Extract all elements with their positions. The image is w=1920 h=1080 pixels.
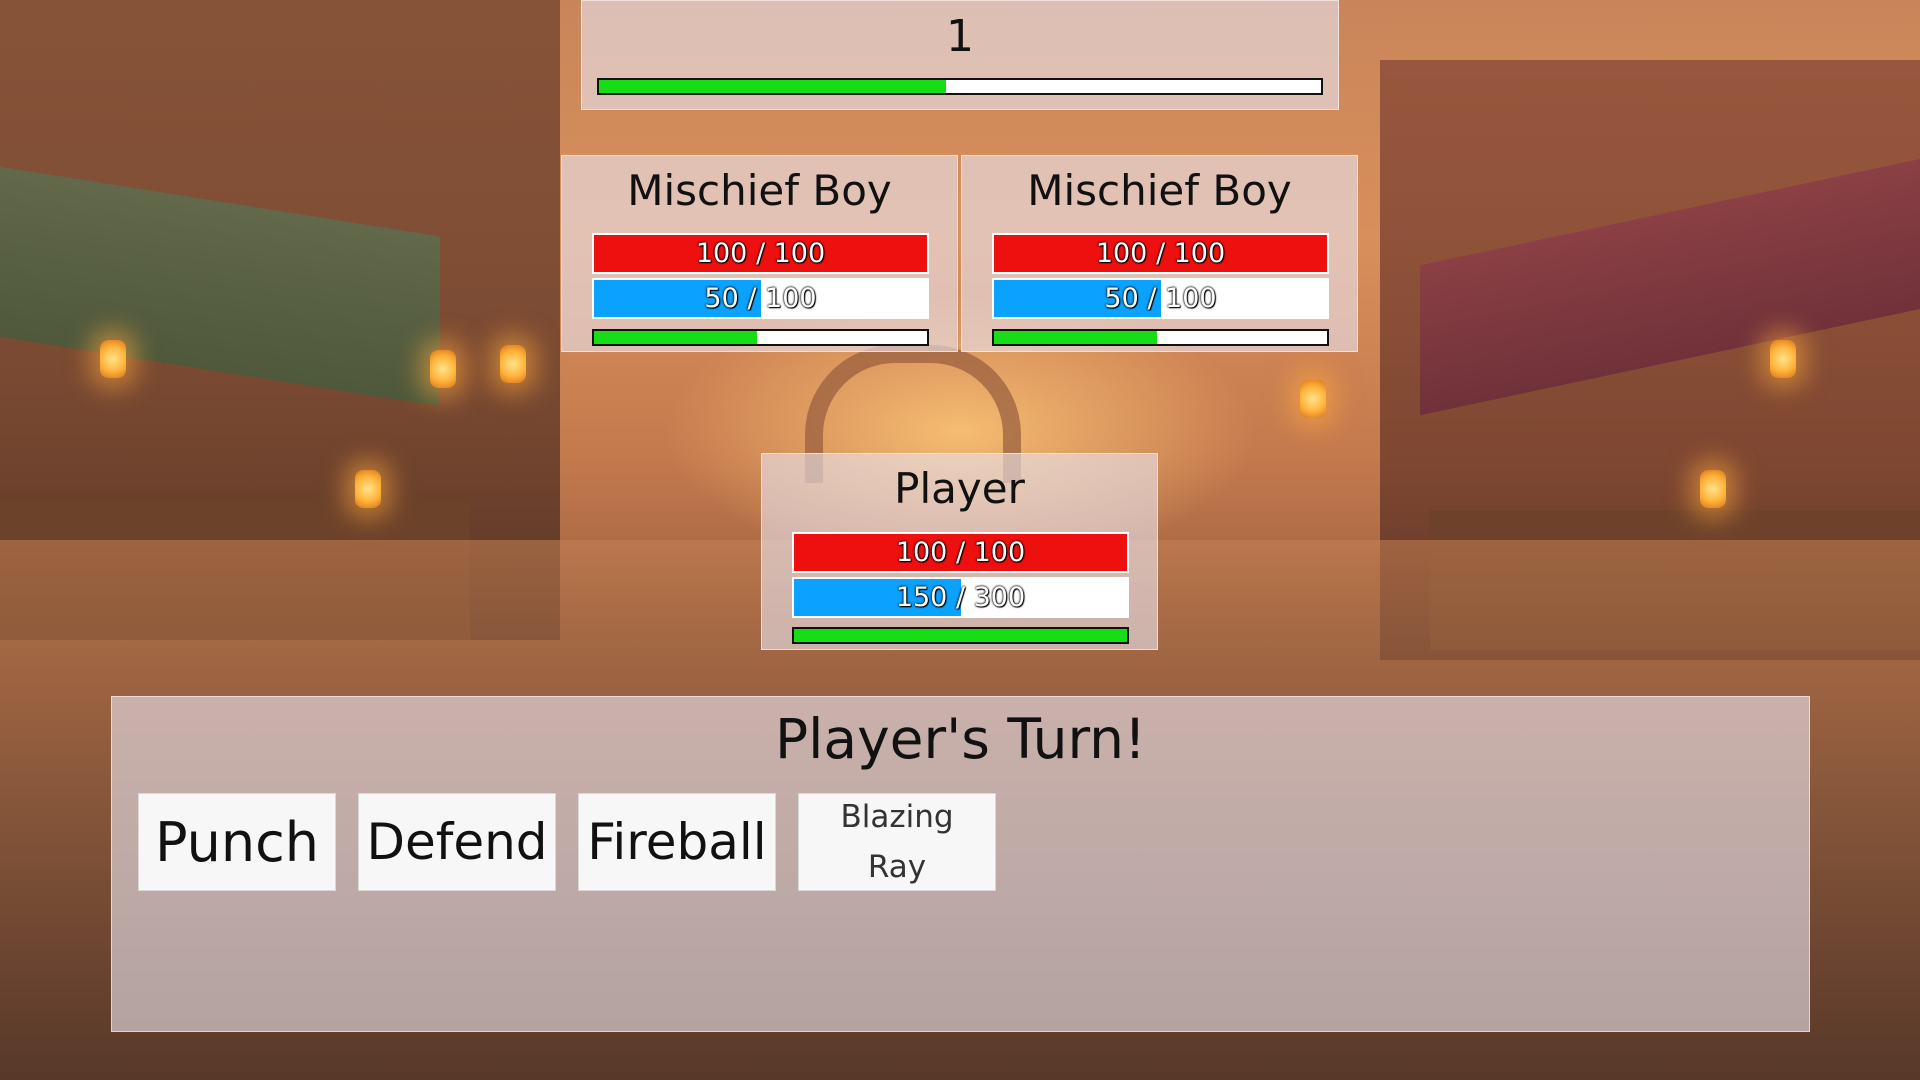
enemy-mp-bar: 50 / 100 <box>592 278 929 319</box>
turn-counter-value: 1 <box>946 11 974 62</box>
enemy-card-2[interactable]: Mischief Boy 100 / 100 50 / 100 <box>961 155 1358 352</box>
lantern-icon <box>1770 340 1796 378</box>
lantern-icon <box>500 345 526 383</box>
player-mp-text: 150 / 300 <box>895 582 1026 613</box>
lantern-icon <box>430 350 456 388</box>
enemy-atb-bar <box>592 329 929 346</box>
player-atb-fill <box>794 629 1127 642</box>
lantern-icon <box>1700 470 1726 508</box>
enemy-hp-bar: 100 / 100 <box>992 233 1329 274</box>
blazing-ray-button[interactable]: Blazing Ray <box>798 793 996 891</box>
enemy-mp-text: 50 / 100 <box>1104 283 1217 314</box>
enemy-name: Mischief Boy <box>1027 166 1292 215</box>
enemy-name: Mischief Boy <box>627 166 892 215</box>
player-name: Player <box>894 464 1025 513</box>
punch-button[interactable]: Punch <box>138 793 336 891</box>
enemy-hp-bar: 100 / 100 <box>592 233 929 274</box>
turn-progress-bar <box>597 78 1323 95</box>
turn-progress-fill <box>599 80 946 93</box>
enemy-atb-bar <box>992 329 1329 346</box>
enemy-card-1[interactable]: Mischief Boy 100 / 100 50 / 100 <box>561 155 958 352</box>
defend-button[interactable]: Defend <box>358 793 556 891</box>
enemy-atb-fill <box>594 331 758 344</box>
turn-counter-panel: 1 <box>581 0 1339 110</box>
enemy-atb-fill <box>994 331 1158 344</box>
turn-status-title: Player's Turn! <box>774 707 1147 771</box>
enemy-hp-text: 100 / 100 <box>695 238 826 269</box>
player-hp-bar: 100 / 100 <box>792 532 1129 573</box>
player-mp-bar: 150 / 300 <box>792 577 1129 618</box>
lantern-icon <box>100 340 126 378</box>
player-card: Player 100 / 100 150 / 300 <box>761 453 1158 650</box>
lantern-icon <box>355 470 381 508</box>
battle-scene: 1 Mischief Boy 100 / 100 50 / 100 Mischi… <box>0 0 1920 1080</box>
lantern-icon <box>1300 380 1326 418</box>
player-hp-text: 100 / 100 <box>895 537 1026 568</box>
enemy-mp-bar: 50 / 100 <box>992 278 1329 319</box>
fireball-button[interactable]: Fireball <box>578 793 776 891</box>
enemy-hp-text: 100 / 100 <box>1095 238 1226 269</box>
player-atb-bar <box>792 627 1129 644</box>
enemy-mp-text: 50 / 100 <box>704 283 817 314</box>
